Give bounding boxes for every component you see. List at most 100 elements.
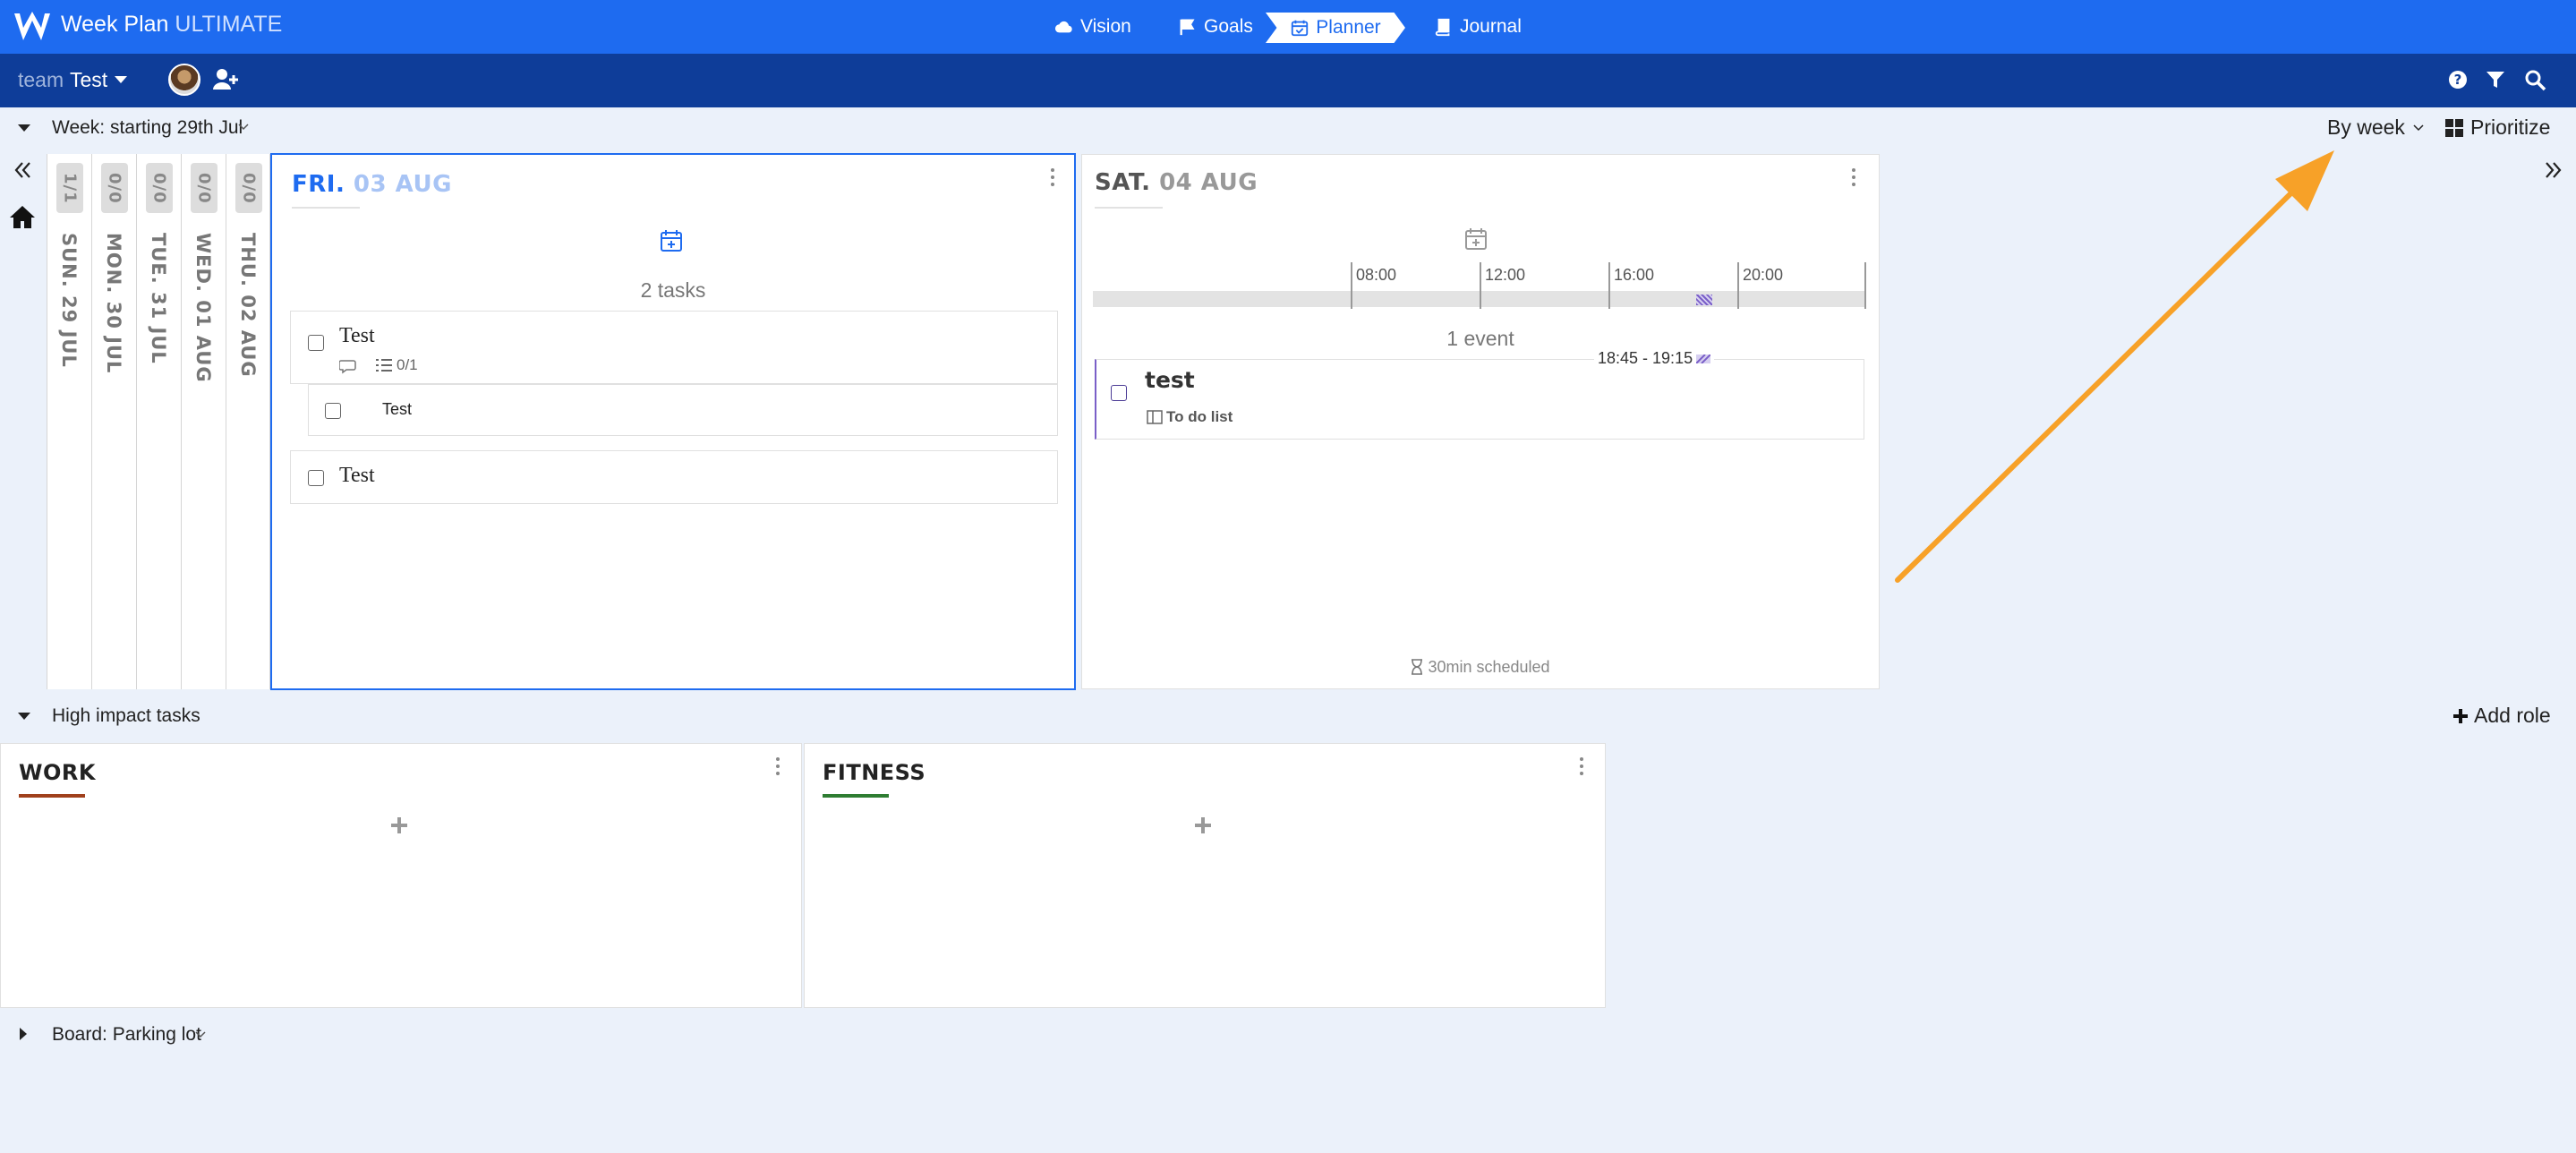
more-vertical-icon[interactable] bbox=[1850, 167, 1857, 187]
week-toggle-caret-icon[interactable] bbox=[18, 124, 30, 132]
day-task-count: 0/0 bbox=[191, 163, 218, 213]
day-column-collapsed[interactable]: 0/0 TUE. 31 JUL bbox=[136, 154, 181, 689]
task-checkbox[interactable] bbox=[308, 470, 324, 486]
chevron-down-icon[interactable] bbox=[238, 123, 249, 132]
event-board-name[interactable]: To do list bbox=[1166, 408, 1233, 426]
nav-planner[interactable]: Planner bbox=[1266, 13, 1405, 43]
day-date: WED. 01 AUG bbox=[192, 233, 214, 383]
task-card[interactable]: Test bbox=[290, 450, 1058, 504]
calendar-add-icon[interactable] bbox=[659, 228, 684, 253]
top-bar: Week Plan ULTIMATE Vision Goals Planner … bbox=[0, 0, 2576, 54]
view-mode-label: By week bbox=[2327, 115, 2405, 139]
timeline-label: 12:00 bbox=[1485, 266, 1526, 284]
timeline-event-block[interactable] bbox=[1696, 295, 1712, 305]
caret-down-icon[interactable] bbox=[115, 76, 127, 83]
board-icon bbox=[1147, 410, 1163, 424]
role-underline bbox=[823, 794, 889, 798]
nav-vision[interactable]: Vision bbox=[1054, 13, 1131, 41]
avatar[interactable] bbox=[168, 64, 200, 96]
day-date: 03 AUG bbox=[353, 171, 452, 198]
task-title[interactable]: Test bbox=[339, 324, 375, 348]
checklist-icon bbox=[376, 359, 392, 372]
nav-journal-label: Journal bbox=[1460, 16, 1522, 37]
chevron-down-icon[interactable] bbox=[195, 1030, 206, 1039]
timeline-label: 08:00 bbox=[1356, 266, 1397, 284]
timeline-label: 16:00 bbox=[1614, 266, 1655, 284]
add-role-button[interactable]: Add role bbox=[2452, 704, 2551, 728]
book-icon bbox=[1435, 18, 1450, 37]
task-checkbox[interactable] bbox=[308, 335, 324, 351]
nav-journal[interactable]: Journal bbox=[1434, 13, 1522, 41]
day-task-count: 0/0 bbox=[101, 163, 128, 213]
day-column-collapsed[interactable]: 0/0 WED. 01 AUG bbox=[181, 154, 226, 689]
help-icon[interactable]: ? bbox=[2447, 69, 2469, 90]
high-impact-toggle-caret-icon[interactable] bbox=[18, 713, 30, 720]
subtask-title[interactable]: Test bbox=[382, 400, 412, 419]
board-selector[interactable]: Board: Parking lot bbox=[52, 1024, 201, 1046]
day-task-count: 0/0 bbox=[146, 163, 173, 213]
app-title: Week Plan ULTIMATE bbox=[61, 12, 282, 38]
day-of-week: SAT. bbox=[1095, 169, 1151, 196]
board-toggle-caret-icon[interactable] bbox=[20, 1028, 27, 1040]
home-icon[interactable] bbox=[9, 204, 36, 229]
title-underline bbox=[292, 207, 360, 209]
day-title: SAT. 04 AUG bbox=[1095, 169, 1258, 196]
plus-icon[interactable] bbox=[1193, 816, 1213, 835]
logo-icon[interactable] bbox=[13, 10, 52, 44]
day-date: SUN. 29 JUL bbox=[58, 233, 80, 368]
day-of-week: FRI. bbox=[292, 171, 345, 198]
team-bar: team Test bbox=[0, 54, 2576, 107]
app-title-edition: ULTIMATE bbox=[175, 12, 283, 37]
day-date: 04 AUG bbox=[1159, 169, 1258, 196]
week-selector[interactable]: Week: starting 29th Jul bbox=[52, 117, 243, 139]
day-column-collapsed[interactable]: 0/0 MON. 30 JUL bbox=[91, 154, 136, 689]
flag-icon bbox=[1180, 19, 1195, 36]
prioritize-label: Prioritize bbox=[2470, 115, 2551, 139]
task-card[interactable]: Test 0/1 bbox=[290, 311, 1058, 384]
striped-event-icon bbox=[1696, 354, 1711, 363]
add-user-icon[interactable] bbox=[213, 68, 238, 91]
day-date: THU. 02 AUG bbox=[237, 233, 259, 378]
day-column-collapsed[interactable]: 1/1 SUN. 29 JUL bbox=[47, 154, 91, 689]
task-title[interactable]: Test bbox=[339, 464, 375, 488]
tasks-count: 2 tasks bbox=[640, 278, 706, 302]
team-selector[interactable]: Test bbox=[70, 68, 107, 92]
filter-icon[interactable] bbox=[2485, 69, 2506, 90]
calendar-add-icon[interactable] bbox=[1463, 226, 1488, 252]
double-chevron-left-icon[interactable] bbox=[13, 159, 34, 181]
more-vertical-icon[interactable] bbox=[774, 756, 781, 776]
double-chevron-right-icon[interactable] bbox=[2542, 159, 2563, 181]
more-vertical-icon[interactable] bbox=[1578, 756, 1585, 776]
app-title-main: Week Plan bbox=[61, 12, 169, 37]
subtask-checkbox[interactable] bbox=[325, 403, 341, 419]
role-underline bbox=[19, 794, 85, 798]
day-column-collapsed[interactable]: 0/0 THU. 02 AUG bbox=[226, 154, 270, 689]
more-vertical-icon[interactable] bbox=[1049, 167, 1056, 187]
event-card[interactable]: test 18:45 - 19:15 To do list bbox=[1095, 349, 1864, 440]
timeline-tick bbox=[1737, 262, 1739, 309]
subtask-card[interactable]: Test bbox=[308, 384, 1058, 436]
day-date: MON. 30 JUL bbox=[103, 233, 124, 374]
comment-icon[interactable] bbox=[339, 358, 357, 374]
timeline-label: 20:00 bbox=[1743, 266, 1784, 284]
view-mode-dropdown[interactable]: By week bbox=[2327, 115, 2425, 140]
high-impact-label[interactable]: High impact tasks bbox=[52, 705, 200, 727]
add-role-label: Add role bbox=[2474, 704, 2551, 727]
events-count: 1 event bbox=[1446, 327, 1514, 350]
subtask-count: 0/1 bbox=[397, 356, 418, 373]
cloud-icon bbox=[1054, 21, 1072, 33]
plus-icon[interactable] bbox=[389, 816, 409, 835]
nav-goals[interactable]: Goals bbox=[1178, 13, 1253, 41]
event-title[interactable]: test bbox=[1145, 367, 1195, 393]
day-timeline[interactable]: 08:00 12:00 16:00 20:00 bbox=[1093, 262, 1866, 309]
timeline-tick bbox=[1351, 262, 1352, 309]
plus-icon bbox=[2453, 708, 2468, 723]
chevron-down-icon bbox=[2413, 124, 2424, 131]
prioritize-button[interactable]: Prioritize bbox=[2445, 115, 2550, 140]
role-title: WORK bbox=[19, 760, 96, 785]
event-checkbox[interactable] bbox=[1111, 385, 1127, 401]
nav-goals-label: Goals bbox=[1204, 16, 1253, 37]
hourglass-icon bbox=[1412, 659, 1423, 675]
search-icon[interactable] bbox=[2524, 69, 2547, 92]
title-underline bbox=[1095, 207, 1163, 209]
